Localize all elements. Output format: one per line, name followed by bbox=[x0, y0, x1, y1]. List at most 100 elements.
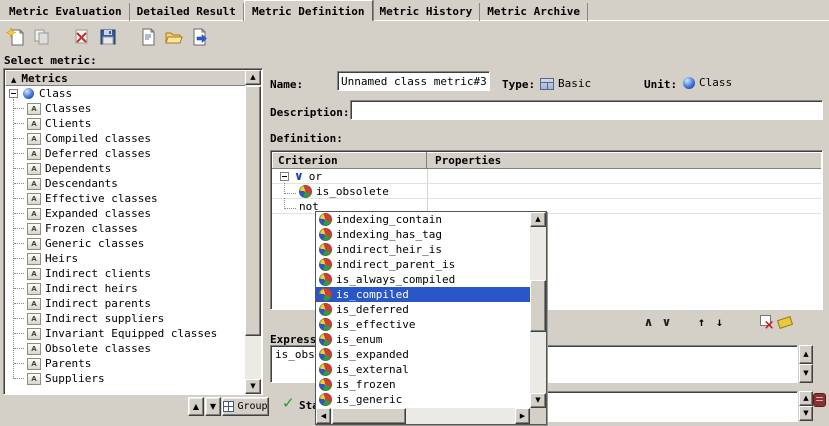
sort-ascending-icon bbox=[11, 72, 16, 85]
dropdown-item-label: is_frozen bbox=[336, 378, 396, 391]
tree-branch-icon bbox=[14, 288, 24, 289]
tab-metric-history[interactable]: Metric History bbox=[373, 3, 481, 21]
scroll-up-icon[interactable]: ▲ bbox=[245, 70, 261, 85]
note-icon[interactable] bbox=[813, 393, 826, 407]
criterion-row-or[interactable]: or bbox=[272, 169, 821, 184]
metric-name-input[interactable] bbox=[337, 71, 490, 91]
dropdown-item[interactable]: is_frozen bbox=[316, 377, 530, 392]
metric-toolbar bbox=[4, 25, 212, 49]
dropdown-item[interactable]: indexing_contain bbox=[316, 212, 530, 227]
metrics-column-header[interactable]: Metrics bbox=[5, 70, 246, 86]
tree-item[interactable]: Parents bbox=[5, 356, 246, 371]
delete-metric-button[interactable] bbox=[70, 25, 94, 49]
and-operator-button[interactable]: ∧ bbox=[640, 314, 657, 330]
scroll-up-icon[interactable]: ▲ bbox=[530, 212, 546, 227]
dropdown-vscroll-thumb[interactable] bbox=[530, 280, 546, 332]
metric-icon bbox=[27, 208, 41, 220]
toolbar-separator bbox=[56, 37, 68, 38]
scroll-right-icon[interactable]: ▶ bbox=[515, 408, 530, 424]
tree-item[interactable]: Dependents bbox=[5, 161, 246, 176]
tree-item-label: Frozen classes bbox=[45, 222, 138, 235]
tree-item[interactable]: Indirect heirs bbox=[5, 281, 246, 296]
tree-item-label: Invariant Equipped classes bbox=[45, 327, 217, 340]
tree-branch-icon bbox=[14, 273, 24, 274]
open-archive-button[interactable] bbox=[162, 25, 186, 49]
dropdown-item[interactable]: indexing_has_tag bbox=[316, 227, 530, 242]
export-metrics-button[interactable] bbox=[188, 25, 212, 49]
tree-item[interactable]: Classes bbox=[5, 101, 246, 116]
move-criterion-down-button[interactable]: ↓ bbox=[711, 314, 728, 330]
delete-criterion-button[interactable] bbox=[758, 314, 775, 330]
collapse-icon[interactable] bbox=[9, 89, 18, 98]
dropdown-item[interactable]: is_always_compiled bbox=[316, 272, 530, 287]
tab-metric-evaluation[interactable]: Metric Evaluation bbox=[2, 3, 130, 21]
criterion-row-is-obsolete[interactable]: is_obsolete bbox=[272, 184, 821, 199]
dropdown-vertical-scrollbar[interactable]: ▲ ▼ bbox=[530, 212, 546, 408]
scroll-up-icon[interactable]: ▲ bbox=[799, 391, 813, 406]
tree-item-label: Classes bbox=[45, 102, 91, 115]
dropdown-item[interactable]: is_effective bbox=[316, 317, 530, 332]
tree-item[interactable]: Indirect parents bbox=[5, 296, 246, 311]
scroll-left-icon[interactable]: ◀ bbox=[316, 408, 331, 424]
scroll-down-icon[interactable]: ▼ bbox=[799, 406, 813, 421]
tree-item[interactable]: Expanded classes bbox=[5, 206, 246, 221]
collapse-icon[interactable] bbox=[280, 172, 289, 181]
group-grid-icon bbox=[223, 401, 234, 412]
status-scroll-buttons: ▲ ▼ bbox=[799, 391, 813, 422]
tree-item-label: Descendants bbox=[45, 177, 118, 190]
tab-bar: Metric Evaluation Detailed Result Metric… bbox=[2, 0, 588, 21]
scroll-down-icon[interactable]: ▼ bbox=[530, 393, 546, 408]
tree-item[interactable]: Suppliers bbox=[5, 371, 246, 386]
dropdown-item[interactable]: is_deferred bbox=[316, 302, 530, 317]
tab-metric-definition[interactable]: Metric Definition bbox=[244, 0, 373, 21]
tab-metric-archive[interactable]: Metric Archive bbox=[480, 3, 588, 21]
dropdown-horizontal-scrollbar[interactable]: ◀ ▶ bbox=[316, 408, 530, 424]
tree-branch-icon bbox=[14, 243, 24, 244]
tree-item[interactable]: Deferred classes bbox=[5, 146, 246, 161]
dropdown-item[interactable]: is_external bbox=[316, 362, 530, 377]
tab-detailed-result[interactable]: Detailed Result bbox=[130, 3, 244, 21]
duplicate-metric-button[interactable] bbox=[30, 25, 54, 49]
metric-icon bbox=[27, 193, 41, 205]
tree-item[interactable]: Obsolete classes bbox=[5, 341, 246, 356]
tree-item[interactable]: Heirs bbox=[5, 251, 246, 266]
dropdown-item[interactable]: is_generic bbox=[316, 392, 530, 407]
dropdown-item[interactable]: indirect_parent_is bbox=[316, 257, 530, 272]
criterion-icon bbox=[319, 318, 332, 331]
tree-item-label: Clients bbox=[45, 117, 91, 130]
description-input[interactable] bbox=[350, 100, 823, 120]
save-metric-button[interactable] bbox=[96, 25, 120, 49]
tree-item[interactable]: Clients bbox=[5, 116, 246, 131]
move-criterion-up-button[interactable]: ↑ bbox=[693, 314, 710, 330]
scroll-up-icon[interactable]: ▲ bbox=[799, 345, 813, 364]
scroll-down-icon[interactable]: ▼ bbox=[799, 364, 813, 383]
tree-item-label: Heirs bbox=[45, 252, 78, 265]
tree-branch-icon bbox=[14, 168, 24, 169]
scroll-down-icon[interactable]: ▼ bbox=[245, 379, 261, 394]
tree-item[interactable]: Indirect suppliers bbox=[5, 311, 246, 326]
tree-item-label: Suppliers bbox=[45, 372, 105, 385]
dropdown-item[interactable]: is_enum bbox=[316, 332, 530, 347]
or-operator-button[interactable]: ∨ bbox=[658, 314, 675, 330]
tree-item[interactable]: Descendants bbox=[5, 176, 246, 191]
new-metric-button[interactable] bbox=[4, 25, 28, 49]
dropdown-item[interactable]: is_expanded bbox=[316, 347, 530, 362]
erase-criterion-button[interactable] bbox=[776, 314, 793, 330]
tree-item-class-root[interactable]: Class bbox=[5, 86, 246, 101]
move-metric-down-button[interactable]: ▼ bbox=[205, 397, 221, 416]
tree-item-label: Expanded classes bbox=[45, 207, 151, 220]
tree-scrollbar[interactable]: ▲ ▼ bbox=[245, 70, 261, 394]
group-toggle-button[interactable]: Group bbox=[222, 397, 269, 416]
tree-item[interactable]: Frozen classes bbox=[5, 221, 246, 236]
tree-item[interactable]: Invariant Equipped classes bbox=[5, 326, 246, 341]
tree-item[interactable]: Generic classes bbox=[5, 236, 246, 251]
tree-scroll-thumb[interactable] bbox=[245, 86, 261, 336]
tree-item[interactable]: Effective classes bbox=[5, 191, 246, 206]
dropdown-item[interactable]: indirect_heir_is bbox=[316, 242, 530, 257]
move-metric-up-button[interactable]: ▲ bbox=[188, 397, 204, 416]
new-archive-button[interactable] bbox=[136, 25, 160, 49]
tree-item[interactable]: Compiled classes bbox=[5, 131, 246, 146]
tree-item[interactable]: Indirect clients bbox=[5, 266, 246, 281]
dropdown-hscroll-thumb[interactable] bbox=[332, 408, 406, 424]
dropdown-item[interactable]: is_compiled bbox=[316, 287, 530, 302]
